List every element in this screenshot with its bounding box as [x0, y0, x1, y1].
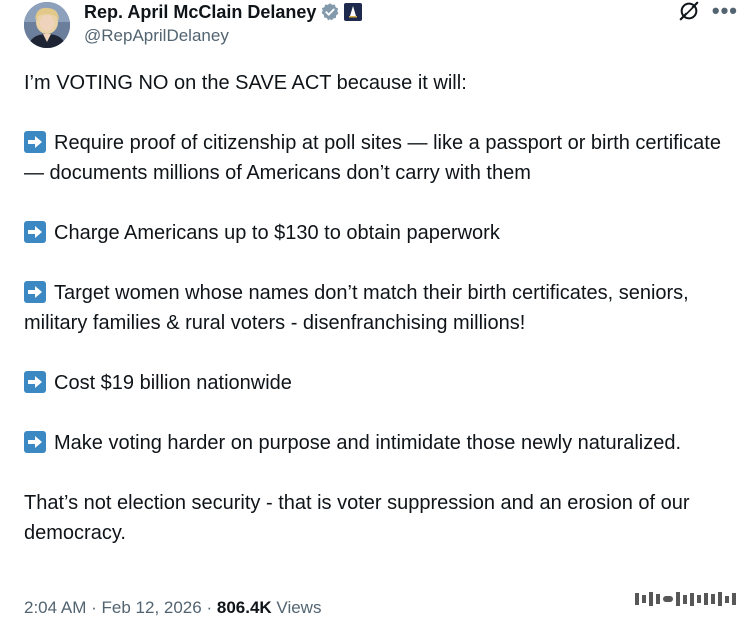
tweet-conclusion: That’s not election security - that is v…: [24, 492, 690, 544]
name-row: Rep. April McClain Delaney: [84, 0, 363, 24]
right-arrow-emoji-icon: [24, 431, 46, 453]
user-handle[interactable]: @RepAprilDelaney: [84, 26, 229, 46]
right-arrow-emoji-icon: [24, 221, 46, 243]
meta-separator: ·: [91, 598, 97, 617]
right-arrow-emoji-icon: [24, 371, 46, 393]
tweet-point: Make voting harder on purpose and intimi…: [24, 428, 734, 458]
verified-badge-icon[interactable]: [320, 2, 340, 22]
government-affiliate-icon[interactable]: [344, 3, 363, 21]
avatar-image: [24, 2, 70, 48]
tweet-date[interactable]: Feb 12, 2026: [102, 598, 202, 617]
tweet-card: Rep. April McClain Delaney @RepAprilDela…: [0, 0, 754, 624]
tweet-point-text: Cost $19 billion nationwide: [54, 372, 292, 394]
views-label: Views: [276, 598, 322, 617]
grok-icon[interactable]: [678, 0, 700, 22]
tweet-intro: I’m VOTING NO on the SAVE ACT because it…: [24, 72, 467, 94]
avatar[interactable]: [24, 2, 70, 48]
more-options-icon[interactable]: •••: [712, 0, 738, 22]
tweet-point-text: Require proof of citizenship at poll sit…: [24, 132, 721, 184]
tweet-point: Cost $19 billion nationwide: [24, 368, 734, 398]
display-name[interactable]: Rep. April McClain Delaney: [84, 2, 316, 23]
tweet-point-text: Make voting harder on purpose and intimi…: [54, 432, 682, 454]
tweet-point: Target women whose names don’t match the…: [24, 278, 734, 338]
tweet-point-text: Target women whose names don’t match the…: [24, 282, 689, 334]
meta-separator: ·: [206, 598, 213, 617]
views-count: 806.4K: [216, 598, 272, 617]
tweet-point-text: Charge Americans up to $130 to obtain pa…: [54, 222, 500, 244]
top-actions: •••: [678, 0, 738, 22]
tweet-point: Require proof of citizenship at poll sit…: [24, 128, 734, 188]
tweet-time[interactable]: 2:04 AM: [24, 598, 86, 617]
tweet-point: Charge Americans up to $130 to obtain pa…: [24, 218, 734, 248]
tweet-text: I’m VOTING NO on the SAVE ACT because it…: [24, 68, 734, 548]
right-arrow-emoji-icon: [24, 131, 46, 153]
watermark-logo-icon: [635, 592, 736, 606]
tweet-meta: 2:04 AM · Feb 12, 2026 · 806.4K Views: [24, 598, 321, 618]
right-arrow-emoji-icon: [24, 281, 46, 303]
